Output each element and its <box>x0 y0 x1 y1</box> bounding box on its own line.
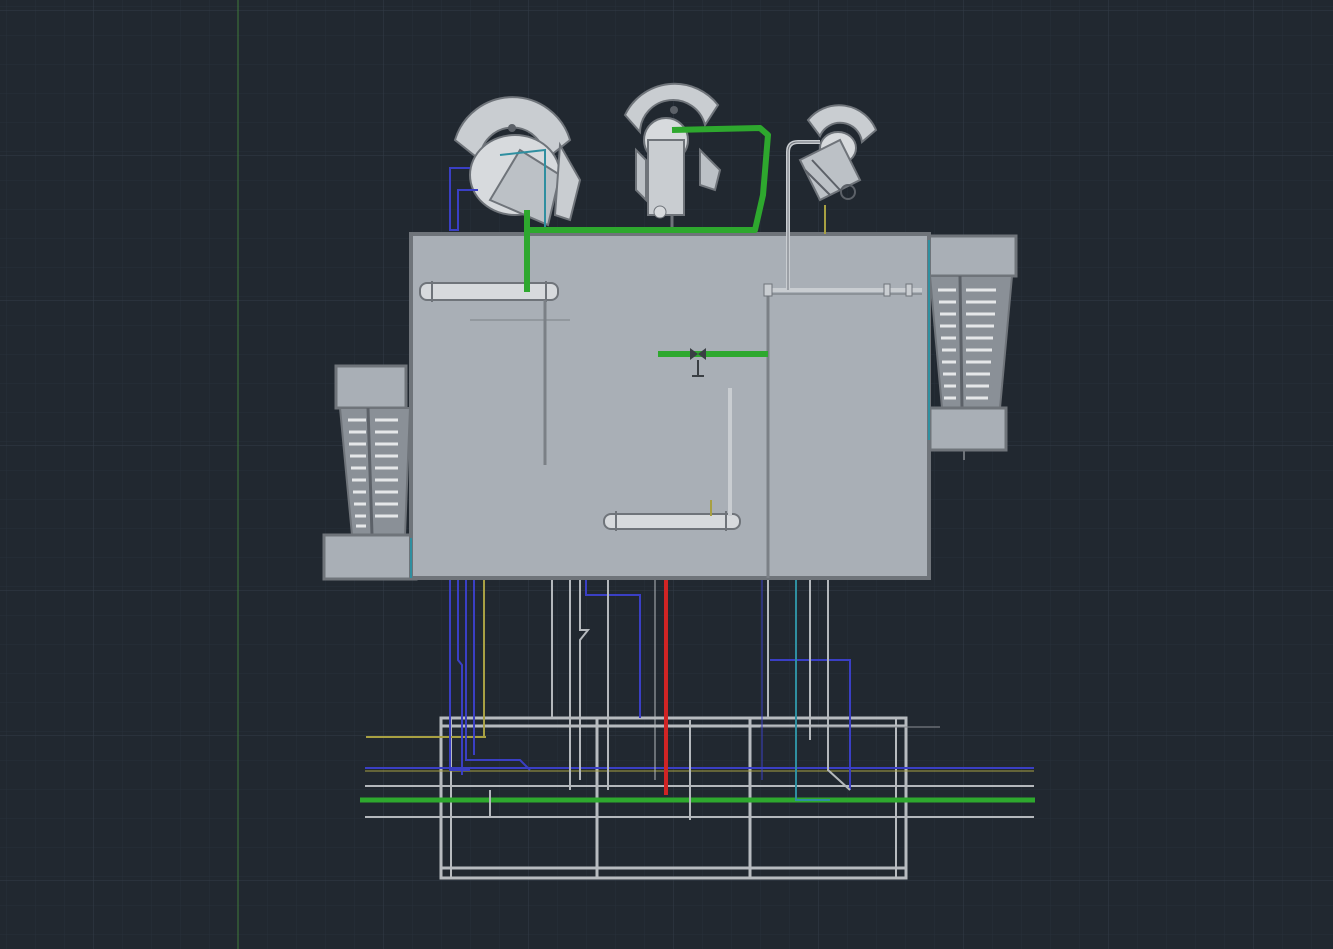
right-stair-tower[interactable] <box>926 234 1018 460</box>
cad-viewport[interactable] <box>0 0 1333 949</box>
cad-drawing-canvas[interactable] <box>0 0 1333 949</box>
